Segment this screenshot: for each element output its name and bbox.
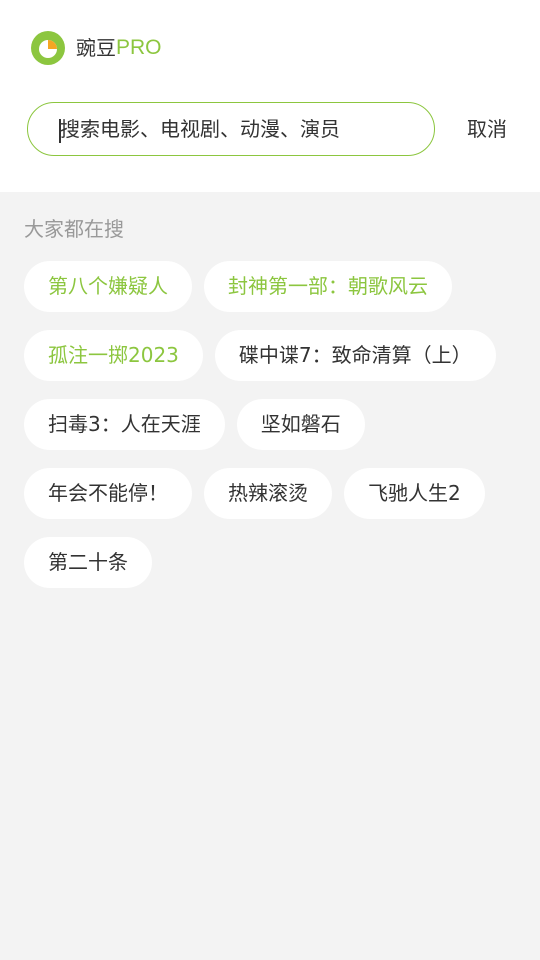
search-row: 取消 xyxy=(27,102,517,156)
hot-search-tag[interactable]: 第八个嫌疑人 xyxy=(24,261,192,312)
hot-search-tag[interactable]: 第二十条 xyxy=(24,537,152,588)
hot-search-tag[interactable]: 孤注一掷2023 xyxy=(24,330,203,381)
search-input[interactable] xyxy=(60,103,346,155)
hot-search-tag[interactable]: 年会不能停！ xyxy=(24,468,192,519)
hot-search-tag[interactable]: 坚如磐石 xyxy=(236,399,365,450)
hot-search-tag[interactable]: 飞驰人生2 xyxy=(344,468,485,519)
brand-name-cn: 豌豆 xyxy=(76,36,116,60)
brand: 豌豆 PRO xyxy=(30,30,162,66)
brand-name: 豌豆 PRO xyxy=(76,30,162,66)
app-root: 豌豆PRO 取消 大家都在搜 第八个嫌疑人封神第一部：朝歌风云孤注一掷2023碟… xyxy=(0,0,540,960)
hot-search-tag-list: 第八个嫌疑人 封神第一部：朝歌风云 孤注一掷2023 碟中谍7：致命清算（上） 扫毒3：… xyxy=(24,261,524,588)
top-bar: 豌豆PRO 取消 xyxy=(0,0,540,192)
brand-name-pro: PRO xyxy=(116,36,162,59)
hot-search-title: 大家都在搜 xyxy=(24,217,124,241)
hot-search-tag[interactable]: 封神第一部：朝歌风云 xyxy=(204,261,452,312)
cancel-button[interactable]: 取消 xyxy=(467,102,517,156)
wandou-logo-icon xyxy=(31,31,65,65)
hot-search-tag[interactable]: 扫毒3：人在天涯 xyxy=(24,399,225,450)
search-box[interactable] xyxy=(27,102,435,156)
hot-search-tag[interactable]: 热辣滚烫 xyxy=(204,468,332,519)
hot-search-tag[interactable]: 碟中谍7：致命清算（上） xyxy=(214,330,496,381)
